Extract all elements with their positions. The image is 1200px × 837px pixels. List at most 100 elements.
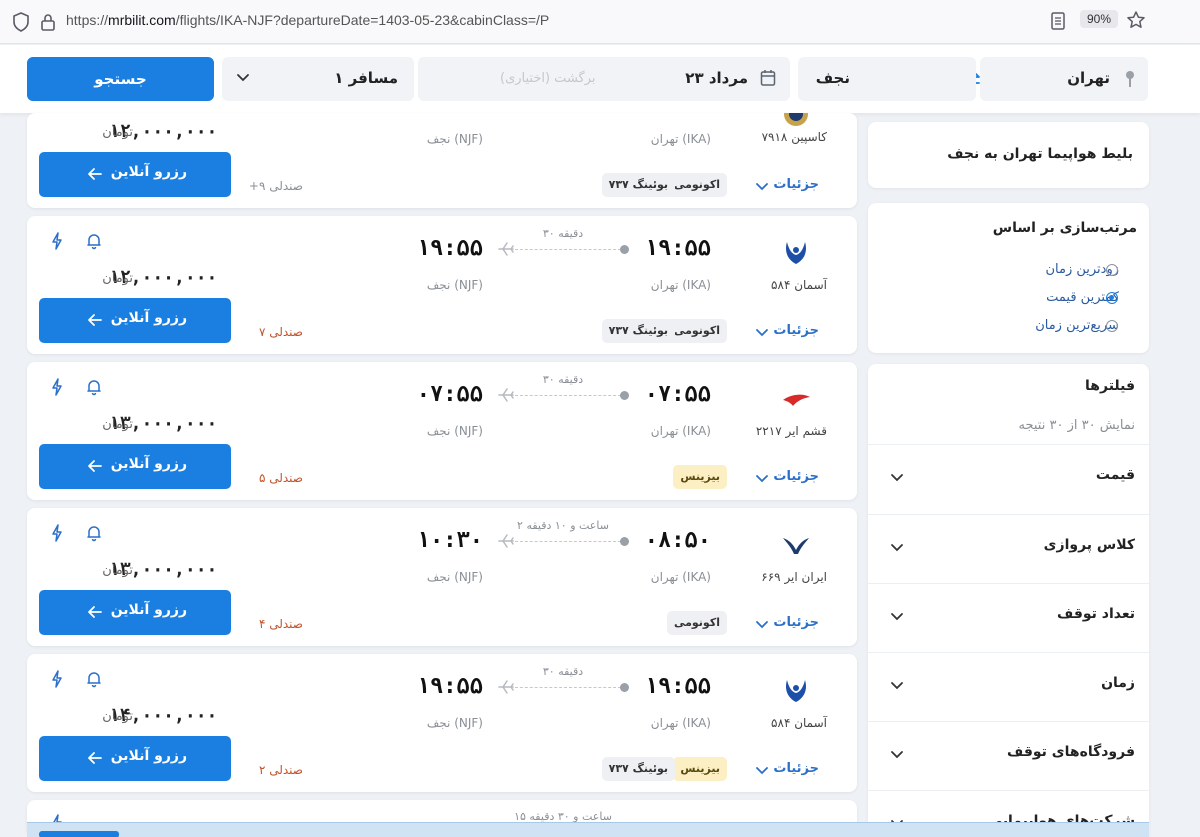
seats-left: ۵ صندلی	[258, 471, 303, 485]
chevron-down-icon[interactable]	[755, 474, 769, 484]
details-link[interactable]: جزئیات	[773, 761, 819, 776]
chevron-down-icon[interactable]	[755, 620, 769, 630]
book-online-button[interactable]: رزرو آنلاین	[39, 152, 231, 197]
origin-field[interactable]: تهران	[980, 57, 1148, 101]
reader-view-icon[interactable]	[1050, 11, 1066, 31]
banner-button[interactable]	[39, 831, 119, 837]
bell-icon[interactable]	[85, 524, 103, 542]
arrow-left-icon	[88, 752, 102, 764]
filter-price[interactable]: قیمت	[868, 444, 1149, 514]
airline-name: آسمان ۵۸۴	[771, 278, 827, 292]
sort-radio-fastest[interactable]	[1106, 320, 1118, 332]
qeshm-air-logo-icon	[783, 394, 810, 406]
chevron-down-icon	[891, 474, 903, 482]
sort-radio-earliest[interactable]	[1106, 264, 1118, 276]
lightning-icon[interactable]	[51, 232, 63, 250]
date-field[interactable]: ۲۳ مرداد برگشت (اختیاری)	[418, 57, 790, 101]
book-online-button[interactable]: رزرو آنلاین	[39, 736, 231, 781]
departure-city: تهران (IKA)	[650, 278, 711, 292]
flight-duration: ۳۰ دقیقه	[542, 665, 584, 678]
route-dash	[515, 249, 621, 250]
destination-value: نجف	[815, 69, 850, 87]
arrow-left-icon	[88, 314, 102, 326]
departure-city: تهران (IKA)	[650, 132, 711, 146]
details-link[interactable]: جزئیات	[773, 615, 819, 630]
sort-heading: مرتب‌سازی بر اساس	[992, 220, 1137, 236]
filter-stops[interactable]: تعداد توقف	[868, 583, 1149, 653]
filter-label: فرودگاه‌های توقف	[1007, 744, 1135, 760]
filter-stop-airports[interactable]: فرودگاه‌های توقف	[868, 721, 1149, 791]
route-line	[497, 534, 629, 549]
filter-label: کلاس پروازی	[1043, 537, 1135, 553]
search-button[interactable]: جستجو	[27, 57, 214, 101]
seats-left: ۲ صندلی	[258, 763, 303, 777]
book-online-button[interactable]: رزرو آنلاین	[39, 298, 231, 343]
filter-cabin-class[interactable]: کلاس پروازی	[868, 514, 1149, 584]
arrival-city: نجف (NJF)	[426, 424, 483, 438]
destination-field[interactable]: نجف	[798, 57, 976, 101]
book-online-button[interactable]: رزرو آنلاین	[39, 444, 231, 489]
book-online-button[interactable]: رزرو آنلاین	[39, 590, 231, 635]
chevron-down-icon[interactable]	[755, 328, 769, 338]
zoom-level[interactable]: 90%	[1080, 10, 1119, 28]
return-date-placeholder[interactable]: برگشت (اختیاری)	[500, 71, 596, 86]
arrival-time: ۱۹:۵۵	[416, 236, 483, 261]
details-link[interactable]: جزئیات	[773, 469, 819, 484]
seats-left: +۹ صندلی	[248, 179, 303, 193]
route-title-card: بلیط هواپیما تهران به نجف	[868, 122, 1149, 188]
bell-icon[interactable]	[85, 378, 103, 396]
arrival-city: نجف (NJF)	[426, 132, 483, 146]
url-path: /flights/IKA-NJF?departureDate=1403-05-2…	[175, 12, 550, 28]
filter-label: تعداد توقف	[1057, 606, 1135, 622]
flight-card: آسمان ۵۸۴ ۱۹:۵۵ ۱۹:۵۵ تهران (IKA) نجف (N…	[27, 654, 857, 792]
caspian-airline-logo-icon	[784, 113, 808, 126]
sort-radio-cheapest[interactable]	[1106, 292, 1118, 304]
url-scheme: https://	[66, 12, 109, 28]
airline-name: ایران ایر ۶۶۹	[761, 570, 827, 584]
departure-city: تهران (IKA)	[650, 716, 711, 730]
arrival-time: ۰۷:۵۵	[416, 382, 483, 407]
chevron-down-icon[interactable]	[755, 766, 769, 776]
lightning-icon[interactable]	[51, 524, 63, 542]
seats-left: ۷ صندلی	[258, 325, 303, 339]
origin-dot	[620, 245, 629, 254]
aircraft-tag: بوئینگ ۷۳۷	[601, 319, 675, 343]
arrow-left-icon	[88, 168, 102, 180]
search-bar: تهران نجف ۲۳ مرداد برگشت (اختیاری) ۱ مسا…	[0, 45, 1200, 113]
chevron-down-icon[interactable]	[755, 182, 769, 192]
results-count: نمایش ۳۰ از ۳۰ نتیجه	[1018, 418, 1135, 433]
book-label: رزرو آنلاین	[110, 164, 187, 180]
airline-name: کاسپین ۷۹۱۸	[761, 130, 827, 144]
airplane-icon	[498, 680, 514, 694]
bottom-banner[interactable]	[27, 822, 1149, 837]
aseman-airline-logo-icon	[786, 680, 806, 702]
arrow-left-icon	[88, 460, 102, 472]
passengers-dropdown[interactable]: ۱ مسافر	[222, 57, 414, 101]
lightning-icon[interactable]	[51, 670, 63, 688]
filter-label: زمان	[1101, 675, 1135, 691]
lightning-icon[interactable]	[51, 378, 63, 396]
flight-card: کاسپین ۷۹۱۸ تهران (IKA) نجف (NJF) ۱۲,۰۰۰…	[27, 113, 857, 208]
lock-icon[interactable]	[40, 12, 56, 32]
passengers-value: ۱ مسافر	[334, 69, 398, 87]
arrival-time: ۱۰:۳۰	[416, 528, 483, 553]
chevron-down-icon	[891, 544, 903, 552]
filter-time[interactable]: زمان	[868, 652, 1149, 722]
currency: تومان	[102, 417, 133, 432]
book-label: رزرو آنلاین	[110, 456, 187, 472]
filters-heading: فیلترها	[1085, 378, 1135, 394]
currency: تومان	[102, 125, 133, 140]
address-bar[interactable]: https://mrbilit.com/flights/IKA-NJF?depa…	[66, 12, 549, 28]
flight-duration: ۳۰ دقیقه	[542, 373, 584, 386]
departure-time: ۱۹:۵۵	[644, 236, 711, 261]
details-link[interactable]: جزئیات	[773, 177, 819, 192]
currency: تومان	[102, 271, 133, 286]
bookmark-star-icon[interactable]	[1126, 10, 1146, 30]
flight-duration: ۳۰ دقیقه	[542, 227, 584, 240]
chevron-down-icon	[237, 74, 249, 82]
bell-icon[interactable]	[85, 670, 103, 688]
departure-time: ۰۷:۵۵	[644, 382, 711, 407]
shield-icon[interactable]	[12, 12, 30, 32]
details-link[interactable]: جزئیات	[773, 323, 819, 338]
bell-icon[interactable]	[85, 232, 103, 250]
